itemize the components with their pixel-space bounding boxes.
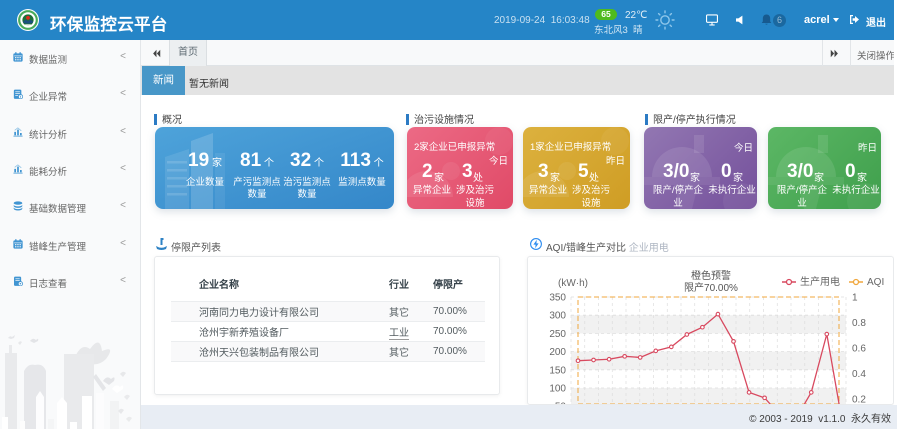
svg-text:150: 150: [549, 365, 566, 376]
svg-text:0.6: 0.6: [852, 343, 866, 354]
svg-text:200: 200: [549, 347, 566, 358]
svg-text:生产用电: 生产用电: [800, 275, 840, 288]
svg-text:0.4: 0.4: [852, 369, 866, 380]
svg-text:AQI: AQI: [867, 277, 884, 288]
svg-text:0.8: 0.8: [852, 318, 866, 329]
svg-text:100: 100: [549, 384, 566, 395]
svg-text:50: 50: [555, 402, 567, 404]
svg-text:300: 300: [549, 311, 566, 322]
svg-text:350: 350: [549, 293, 566, 304]
svg-text:橙色预警: 橙色预警: [691, 269, 731, 282]
svg-text:250: 250: [549, 329, 566, 340]
svg-text:限产70.00%: 限产70.00%: [684, 281, 738, 294]
svg-text:0.2: 0.2: [852, 394, 866, 404]
svg-text:(kW·h): (kW·h): [558, 278, 588, 289]
svg-text:1: 1: [852, 293, 858, 304]
